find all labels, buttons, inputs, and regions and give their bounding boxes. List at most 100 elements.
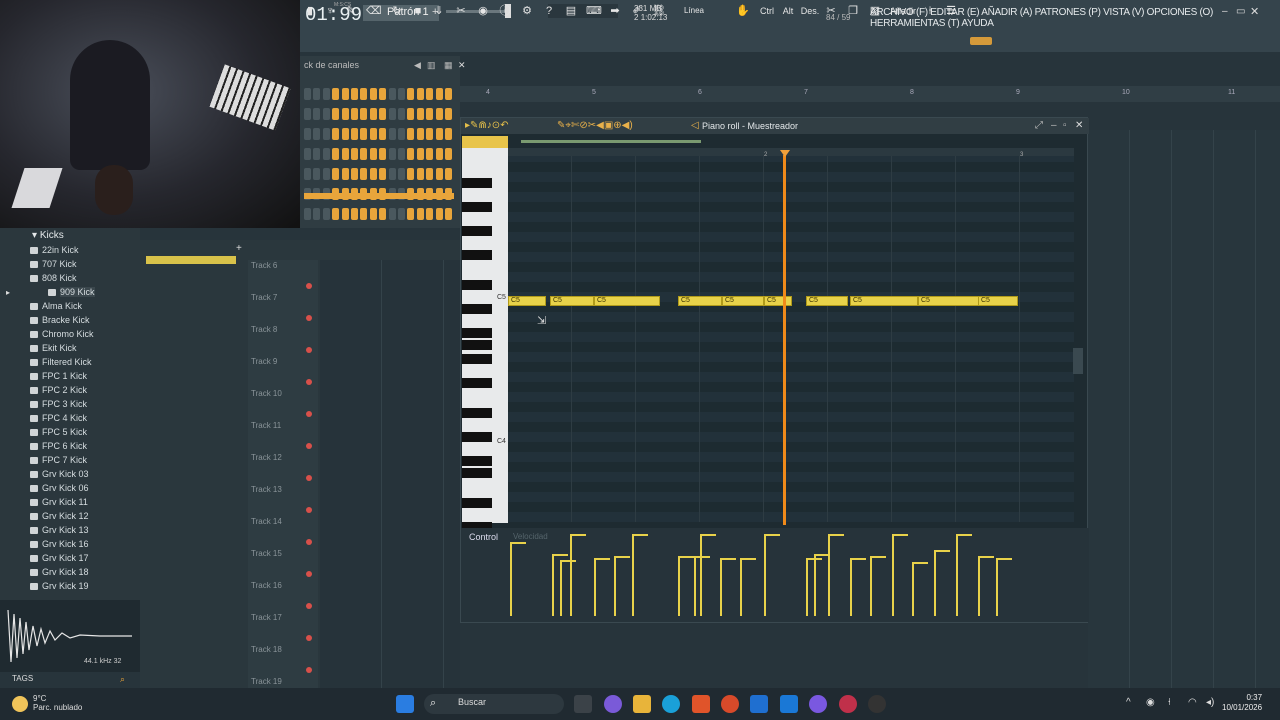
- step-button[interactable]: [379, 168, 387, 180]
- browser-item[interactable]: Grv Kick 16: [30, 539, 89, 549]
- step-button[interactable]: [322, 108, 330, 120]
- microphone-icon[interactable]: ⍿: [1168, 697, 1171, 708]
- taskbar-clock[interactable]: 0:37 10/01/2026: [1222, 693, 1262, 713]
- step-button[interactable]: [369, 168, 377, 180]
- step-button[interactable]: [304, 108, 311, 120]
- track-mute-icon[interactable]: [306, 635, 312, 641]
- weather-widget[interactable]: 9°C Parc. nublado: [33, 694, 82, 712]
- track-label[interactable]: Track 6: [251, 261, 277, 270]
- step-button[interactable]: [360, 128, 368, 140]
- browser-item[interactable]: Grv Kick 06: [30, 483, 89, 493]
- cut-icon[interactable]: ✂: [454, 3, 468, 19]
- step-button[interactable]: [351, 88, 358, 100]
- step-button[interactable]: [416, 108, 424, 120]
- track-mute-icon[interactable]: [306, 379, 312, 385]
- arrow-left-icon[interactable]: ◁: [691, 120, 699, 131]
- start-icon[interactable]: [396, 695, 414, 713]
- piano-roll-icon[interactable]: ▤: [564, 3, 578, 19]
- step-button[interactable]: [341, 108, 349, 120]
- step-button[interactable]: [407, 148, 415, 160]
- edge-icon[interactable]: [662, 695, 680, 713]
- browser-folder-kicks[interactable]: ▾ Kicks: [32, 230, 64, 241]
- browser-item[interactable]: Grv Kick 18: [30, 567, 89, 577]
- step-button[interactable]: [388, 128, 396, 140]
- track-mute-icon[interactable]: [306, 507, 312, 513]
- black-key[interactable]: [462, 340, 492, 350]
- media-player-icon[interactable]: [868, 695, 886, 713]
- step-button[interactable]: [322, 88, 330, 100]
- track-label[interactable]: Track 13: [251, 485, 282, 494]
- browser-item[interactable]: FPC 2 Kick: [29, 385, 87, 395]
- undo-icon[interactable]: ↻: [390, 3, 404, 19]
- step-button[interactable]: [435, 108, 443, 120]
- keyboard-icon[interactable]: ⌨: [586, 3, 602, 19]
- step-button[interactable]: [426, 128, 434, 140]
- step-button[interactable]: [351, 128, 358, 140]
- velocity-bar[interactable]: [614, 558, 616, 616]
- browser-item[interactable]: Alma Kick: [29, 301, 82, 311]
- browser-item[interactable]: Grv Kick 03: [30, 469, 89, 479]
- track-label[interactable]: Track 8: [251, 325, 277, 334]
- step-button[interactable]: [388, 168, 396, 180]
- step-button[interactable]: [435, 208, 443, 220]
- velocity-bar[interactable]: [814, 556, 816, 616]
- browser-item[interactable]: FPC 5 Kick: [29, 427, 87, 437]
- browser-item[interactable]: Grv Kick 13: [30, 525, 89, 535]
- track-mute-icon[interactable]: [306, 571, 312, 577]
- browser-item[interactable]: Grv Kick 19: [30, 581, 89, 591]
- step-button[interactable]: [388, 148, 396, 160]
- step-button[interactable]: [445, 108, 452, 120]
- step-button[interactable]: [351, 108, 358, 120]
- step-button[interactable]: [351, 168, 358, 180]
- browser-item[interactable]: FPC 6 Kick: [29, 441, 87, 451]
- scissors-icon[interactable]: ✂: [824, 3, 838, 19]
- black-key[interactable]: [462, 280, 492, 290]
- step-button[interactable]: [398, 88, 405, 100]
- copy-icon[interactable]: ❐: [846, 3, 860, 19]
- step-button[interactable]: [341, 88, 349, 100]
- note[interactable]: C5: [722, 296, 764, 306]
- note[interactable]: C5: [550, 296, 594, 306]
- step-button[interactable]: [322, 168, 330, 180]
- browser-item[interactable]: 909 Kick: [48, 287, 95, 297]
- window-close-button[interactable]: ✕: [1250, 5, 1259, 18]
- step-button[interactable]: [332, 128, 340, 140]
- step-button[interactable]: [313, 208, 321, 220]
- browser-item[interactable]: 22in Kick: [30, 245, 79, 255]
- velocity-bar[interactable]: [978, 558, 980, 616]
- browser-item[interactable]: FPC 7 Kick: [29, 455, 87, 465]
- step-button[interactable]: [416, 88, 424, 100]
- velocity-bar[interactable]: [870, 558, 872, 616]
- step-button[interactable]: [379, 128, 387, 140]
- window-restore-button[interactable]: ▭: [1236, 6, 1245, 17]
- step-button[interactable]: [435, 88, 443, 100]
- step-button[interactable]: [379, 208, 387, 220]
- settings-icon[interactable]: ⚙: [520, 3, 534, 19]
- timeline-ruler[interactable]: [460, 86, 1280, 102]
- note[interactable]: C5: [594, 296, 660, 306]
- step-button[interactable]: [313, 128, 321, 140]
- black-key[interactable]: [462, 456, 492, 466]
- browser-item[interactable]: FPC 3 Kick: [29, 399, 87, 409]
- step-button[interactable]: [304, 208, 311, 220]
- step-button[interactable]: [416, 208, 424, 220]
- velocity-bar[interactable]: [632, 536, 634, 616]
- piano-roll-maximize-button[interactable]: ▫: [1063, 120, 1067, 131]
- file-explorer-icon[interactable]: [633, 695, 651, 713]
- track-label[interactable]: Track 11: [251, 421, 281, 430]
- wifi-icon[interactable]: ◠: [1188, 697, 1197, 708]
- step-button[interactable]: [416, 168, 424, 180]
- velocity-bar[interactable]: [850, 560, 852, 616]
- step-button[interactable]: [332, 108, 340, 120]
- black-key[interactable]: [462, 328, 492, 338]
- save-icon[interactable]: ■: [411, 3, 425, 19]
- piano-keyboard[interactable]: [462, 148, 508, 532]
- step-button[interactable]: [341, 148, 349, 160]
- step-button[interactable]: [322, 208, 330, 220]
- step-button[interactable]: [445, 168, 452, 180]
- discord-icon[interactable]: [809, 695, 827, 713]
- tags-label[interactable]: TAGS: [12, 674, 33, 683]
- tuner-icon[interactable]: ⍿: [924, 3, 936, 19]
- browser-item[interactable]: Grv Kick 11: [30, 497, 88, 507]
- search-icon[interactable]: ⌕: [120, 674, 125, 685]
